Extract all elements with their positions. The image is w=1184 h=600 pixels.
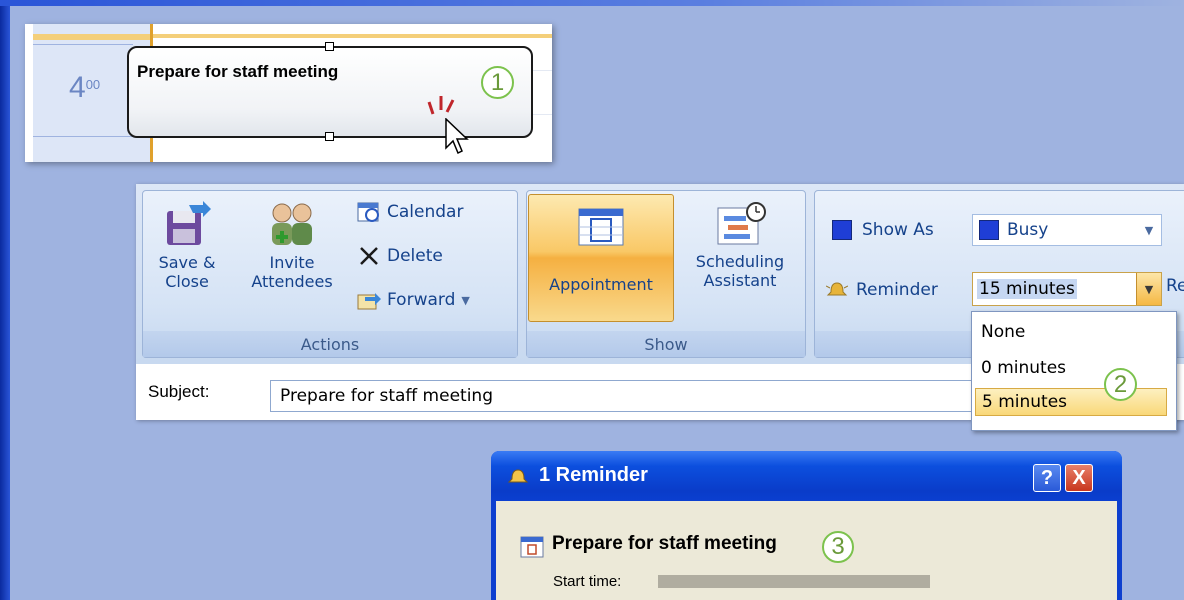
invite-label: Invite bbox=[269, 253, 315, 272]
day-header-bar bbox=[153, 34, 552, 38]
reminder-item-title[interactable]: Prepare for staff meeting bbox=[552, 533, 777, 555]
actions-group: Save & Close Invite Attendees Calendar D… bbox=[142, 190, 518, 358]
appointment-label: Appointment bbox=[549, 275, 653, 294]
calendar-button[interactable]: Calendar bbox=[357, 201, 463, 223]
show-as-label: Show As bbox=[862, 220, 934, 240]
busy-swatch-icon bbox=[979, 220, 999, 240]
reminder-bell-icon bbox=[826, 282, 848, 296]
chevron-down-icon: ▼ bbox=[461, 293, 470, 307]
reminder-window: 1 Reminder ? X Prepare for staff meeting… bbox=[491, 451, 1122, 600]
save-close-label: Close bbox=[165, 272, 209, 291]
subject-value: Prepare for staff meeting bbox=[280, 386, 493, 406]
reminder-window-title: 1 Reminder bbox=[539, 464, 648, 486]
resize-handle-bottom[interactable] bbox=[325, 132, 334, 141]
reminder-bell-icon bbox=[507, 469, 529, 483]
time-divider bbox=[33, 136, 133, 137]
reminder-value[interactable]: 15 minutes bbox=[977, 279, 1077, 299]
appointment-view-button[interactable]: Appointment bbox=[528, 194, 674, 322]
calendar-label: Calendar bbox=[387, 202, 464, 222]
reminder-window-body: Prepare for staff meeting Start time: 3 bbox=[496, 501, 1117, 600]
reminder-option-none[interactable]: None bbox=[975, 318, 1167, 346]
time-column-topbar bbox=[33, 34, 150, 40]
step-callout-2: 2 bbox=[1104, 368, 1137, 401]
show-group-label: Show bbox=[527, 331, 805, 357]
save-close-button[interactable]: Save & Close bbox=[155, 201, 219, 291]
appointment-title: Prepare for staff meeting bbox=[137, 62, 339, 81]
step-callout-3: 3 bbox=[822, 531, 854, 563]
close-button[interactable]: X bbox=[1065, 464, 1093, 492]
reminder-label: Reminder bbox=[856, 280, 938, 300]
time-divider bbox=[33, 44, 133, 45]
scheduling-assistant-button[interactable]: Scheduling Assistant bbox=[678, 200, 802, 290]
start-time-label: Start time: bbox=[553, 573, 622, 590]
hour-minutes: 00 bbox=[85, 77, 101, 92]
forward-icon bbox=[357, 293, 381, 310]
subject-label: Subject: bbox=[148, 382, 210, 401]
save-disk-icon bbox=[167, 201, 211, 245]
window-frame-left bbox=[0, 0, 10, 600]
step-callout-1: 1 bbox=[481, 66, 514, 99]
help-button[interactable]: ? bbox=[1033, 464, 1061, 492]
resize-handle-top[interactable] bbox=[325, 42, 334, 51]
actions-group-label: Actions bbox=[143, 331, 517, 357]
scheduling-label: Scheduling bbox=[695, 252, 785, 271]
invite-attendees-button[interactable]: Invite Attendees bbox=[237, 201, 347, 291]
chevron-down-icon[interactable]: ▼ bbox=[1136, 273, 1161, 305]
reminder-window-titlebar[interactable]: 1 Reminder ? X bbox=[491, 451, 1122, 501]
save-close-label: Save & bbox=[158, 253, 216, 272]
forward-button[interactable]: Forward ▼ bbox=[357, 289, 470, 311]
invite-attendees-icon bbox=[272, 203, 312, 245]
calendar-icon bbox=[357, 202, 379, 222]
chevron-down-icon: ▼ bbox=[1144, 223, 1154, 237]
reminder-option-5-minutes[interactable]: 5 minutes bbox=[975, 388, 1167, 416]
appointment-calendar-icon bbox=[578, 208, 624, 246]
show-as-row: Show As bbox=[832, 220, 934, 240]
reminder-cut-label: Re bbox=[1166, 276, 1184, 296]
reminder-options-list: None 0 minutes 5 minutes bbox=[971, 311, 1177, 431]
forward-label: Forward bbox=[387, 290, 456, 310]
show-as-value: Busy bbox=[1007, 220, 1049, 240]
appointment-calendar-icon bbox=[520, 536, 544, 558]
invite-label: Attendees bbox=[251, 272, 333, 291]
busy-color-swatch bbox=[832, 220, 852, 240]
delete-button[interactable]: Delete bbox=[357, 245, 443, 267]
start-time-value-redacted bbox=[658, 575, 930, 588]
appointment-block[interactable]: Prepare for staff meeting bbox=[127, 46, 533, 138]
hour-value: 4 bbox=[69, 71, 86, 104]
scheduling-assistant-icon bbox=[717, 202, 766, 245]
delete-label: Delete bbox=[387, 246, 443, 266]
reminder-option-0-minutes[interactable]: 0 minutes bbox=[975, 354, 1167, 382]
mouse-pointer-icon bbox=[445, 118, 469, 155]
delete-x-icon bbox=[360, 247, 378, 265]
reminder-row: Reminder bbox=[826, 280, 938, 300]
calendar-day-view: 400 Prepare for staff meeting 1 bbox=[25, 24, 552, 162]
reminder-dropdown[interactable]: 15 minutes ▼ bbox=[972, 272, 1162, 306]
show-as-dropdown[interactable]: Busy ▼ bbox=[972, 214, 1162, 246]
subject-input[interactable]: Prepare for staff meeting bbox=[270, 380, 1030, 412]
hour-label: 400 bbox=[69, 71, 100, 105]
scheduling-label: Assistant bbox=[703, 271, 777, 290]
window-frame-top bbox=[0, 0, 1184, 6]
